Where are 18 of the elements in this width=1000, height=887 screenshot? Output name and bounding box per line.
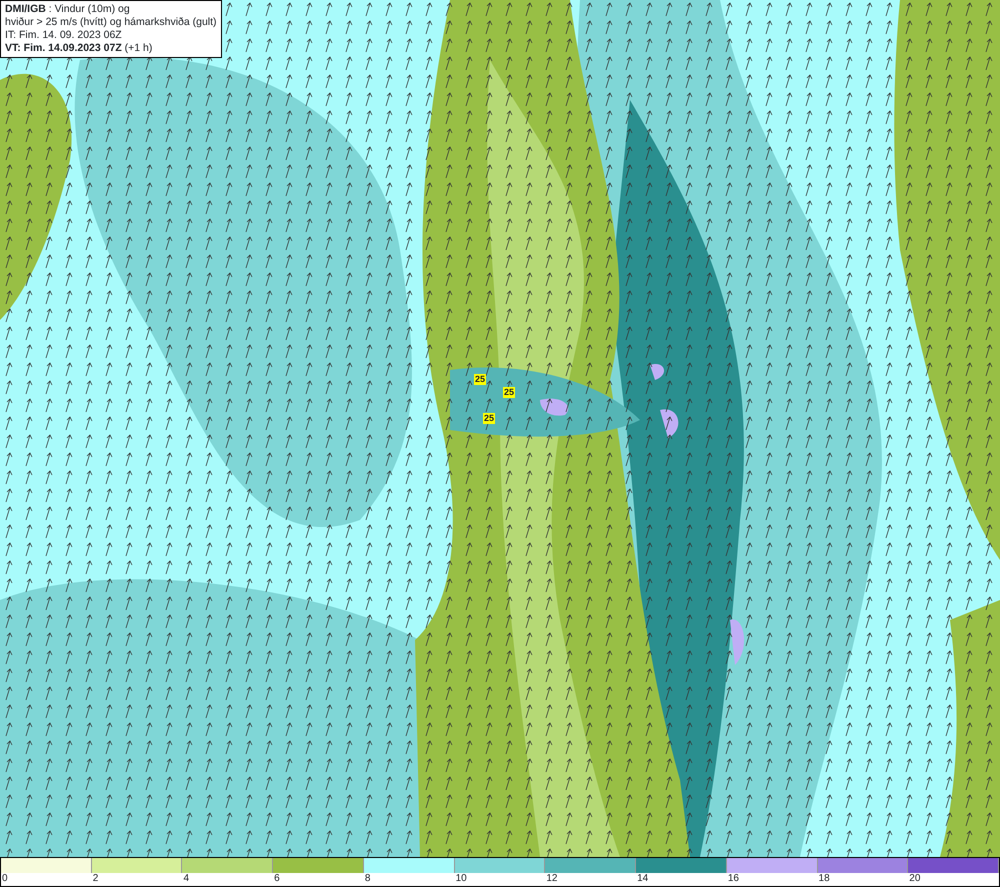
- legend-label: 4: [183, 873, 190, 884]
- gust-label: 25: [474, 374, 486, 385]
- title-line: DMI/IGB : Vindur (10m) og: [5, 3, 131, 16]
- legend-label: 18: [818, 873, 830, 884]
- legend-label: 20: [909, 873, 920, 884]
- legend-label: 14: [637, 873, 648, 884]
- title-line: IT: Fim. 14. 09. 2023 06Z: [5, 29, 123, 42]
- legend-label: 6: [274, 873, 280, 884]
- legend-label: 0: [2, 873, 8, 884]
- legend-label: 8: [364, 873, 370, 884]
- title-line: VT: Fim. 14.09.2023 07Z (+1 h): [5, 42, 154, 55]
- title-line: hviður > 25 m/s (hvítt) og hámarkshviða (gult): [5, 16, 217, 29]
- gust-label: 25: [483, 413, 496, 424]
- legend-label: 10: [456, 873, 467, 884]
- gust-label: 25: [503, 387, 516, 398]
- legend-label: 12: [546, 873, 558, 884]
- legend-label: 2: [92, 873, 98, 884]
- legend-label: 16: [728, 873, 739, 884]
